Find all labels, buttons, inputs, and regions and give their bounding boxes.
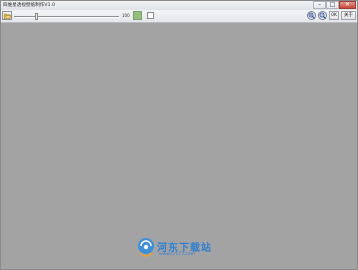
preview-canvas[interactable] xyxy=(2,23,356,268)
minimize-button[interactable]: – xyxy=(313,1,326,9)
zoom-out-button[interactable] xyxy=(318,11,327,20)
zoom-in-icon xyxy=(308,12,315,19)
opacity-slider-thumb[interactable] xyxy=(35,13,39,20)
window-title: 四维星透视壁纸制作V1.0 xyxy=(3,3,56,8)
option-checkbox[interactable] xyxy=(147,12,154,19)
opacity-slider-track[interactable] xyxy=(14,16,119,18)
app-window: 四维星透视壁纸制作V1.0 – □ ✕ 100 0K 关于 河东下载站 www.… xyxy=(0,0,358,270)
site-logo-icon xyxy=(138,238,154,257)
color-picker-button[interactable] xyxy=(133,11,142,20)
about-button[interactable]: 关于 xyxy=(341,11,356,20)
window-controls: – □ ✕ xyxy=(313,1,356,9)
open-image-button[interactable] xyxy=(2,11,12,20)
zoom-in-button[interactable] xyxy=(307,11,316,20)
site-watermark: 河东下载站 www.cr173.com xyxy=(137,237,227,261)
zoom-out-icon xyxy=(319,12,326,19)
maximize-button[interactable]: □ xyxy=(326,1,339,9)
watermark-url: www.cr173.com xyxy=(159,252,196,257)
toolbar: 100 0K 关于 xyxy=(1,10,357,23)
close-button[interactable]: ✕ xyxy=(339,1,356,9)
slider-value-label: 100 xyxy=(122,13,130,18)
folder-open-icon xyxy=(4,13,11,19)
ok-button[interactable]: 0K xyxy=(329,11,339,20)
